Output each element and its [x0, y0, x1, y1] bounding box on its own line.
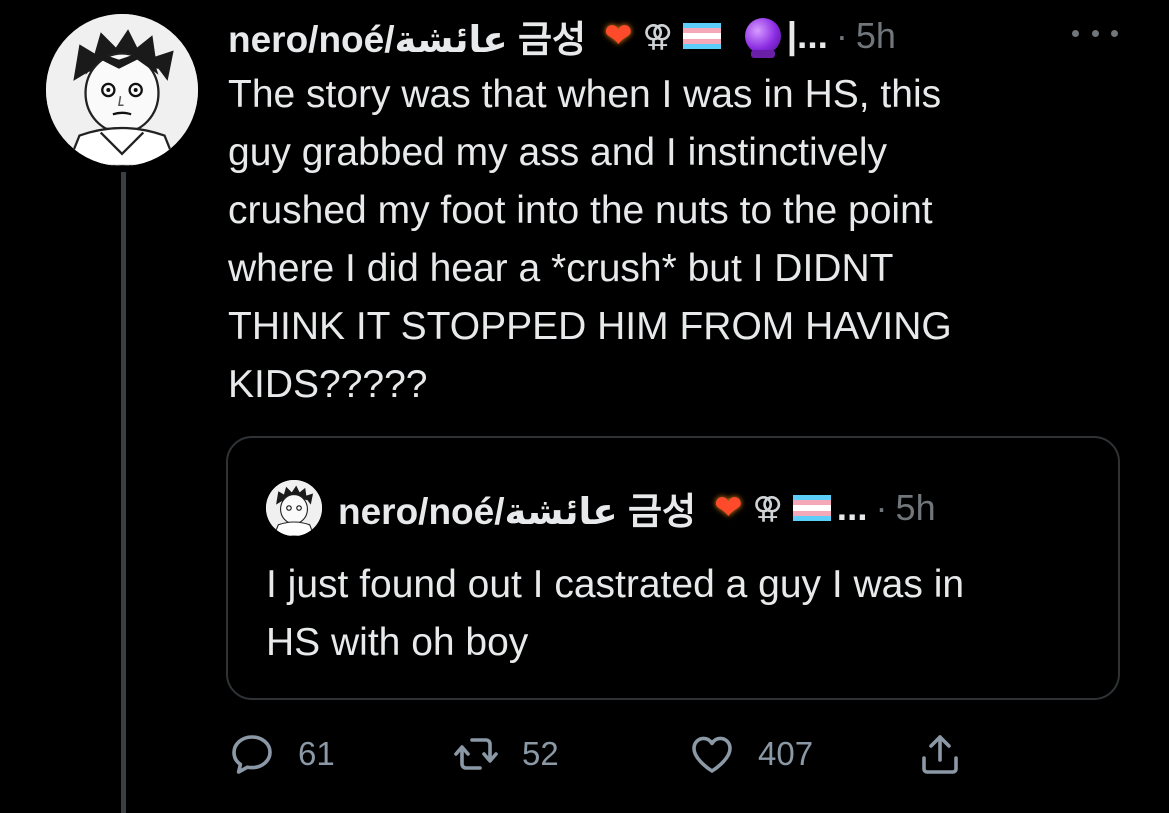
venus-symbol-icon: ⚢: [642, 19, 673, 53]
author-display-name[interactable]: nero/noé/عائشة 금성: [228, 9, 586, 63]
quoted-tweet-card[interactable]: nero/noé/عائشة 금성 ❤ ⚢ ... · 5h I just fo…: [226, 436, 1120, 700]
venus-symbol-icon: ⚢: [752, 491, 783, 525]
share-button[interactable]: [916, 724, 964, 784]
quoted-name-truncation: ...: [836, 487, 868, 528]
retweet-icon: [454, 738, 498, 770]
name-truncation: |...: [786, 15, 828, 56]
like-count: 407: [758, 735, 814, 772]
quoted-author-avatar: [266, 480, 322, 536]
quoted-tweet-timestamp: 5h: [895, 487, 936, 528]
retweet-count: 52: [522, 735, 559, 772]
quoted-name-badges: ❤ ⚢: [714, 491, 831, 526]
retweet-button[interactable]: 52: [452, 724, 559, 784]
quoted-tweet-header: nero/noé/عائشة 금성 ❤ ⚢ ... · 5h: [266, 480, 936, 536]
share-icon: [922, 735, 958, 774]
reply-button[interactable]: 61: [228, 724, 335, 784]
reply-count: 61: [298, 735, 335, 772]
quoted-author-display-name: nero/noé/عائشة 금성: [338, 491, 697, 532]
heart-on-fire-icon: ❤: [714, 489, 743, 527]
quoted-tweet-body-text: I just found out I castrated a guy I was…: [266, 563, 965, 664]
transgender-flag-icon: [682, 23, 721, 50]
separator-dot: ·: [835, 15, 848, 56]
name-badges: ❤ ⚢: [604, 17, 781, 58]
thread-connector-line: [121, 172, 126, 813]
separator-dot: ·: [875, 487, 888, 528]
manga-avatar-icon: [266, 480, 322, 536]
crystal-ball-icon: [744, 18, 781, 58]
heart-icon: [692, 736, 732, 773]
tweet-body-text: The story was that when I was in HS, thi…: [228, 73, 952, 406]
heart-on-fire-icon: ❤: [604, 17, 633, 55]
author-avatar[interactable]: [46, 14, 198, 166]
tweet-action-bar: 61 52 407: [228, 724, 1128, 784]
transgender-flag-icon: [792, 495, 831, 522]
manga-avatar-icon: [46, 14, 198, 166]
tweet-timestamp[interactable]: 5h: [856, 15, 896, 57]
like-button[interactable]: 407: [688, 724, 813, 784]
more-options-icon[interactable]: [1072, 18, 1118, 48]
tweet-header: nero/noé/عائشة 금성 ❤ ⚢ |... · 5h: [228, 8, 896, 64]
reply-icon: [232, 735, 272, 774]
